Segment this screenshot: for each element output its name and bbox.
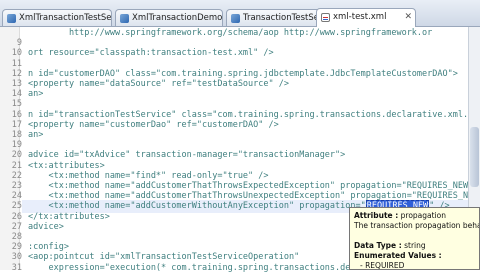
tab-label: xml-test.xml — [333, 12, 387, 22]
tab-label: XmlTransactionDemo.j — [132, 13, 223, 23]
java-file-icon — [120, 14, 129, 23]
tab-xml-test-xml[interactable]: xml-test.xml ✕ — [316, 8, 416, 27]
tooltip-attribute-value: propagation — [400, 211, 446, 220]
tooltip-datatype-label: Data Type : — [354, 241, 402, 250]
xml-file-icon — [321, 13, 330, 22]
tooltip-enum-label: Enumerated Values : — [354, 251, 442, 260]
code-text: expression="execution(* com.training.spr… — [28, 262, 361, 273]
java-file-icon — [7, 14, 16, 23]
tab-xml-transaction-demo[interactable]: XmlTransactionDemo.j — [115, 9, 223, 26]
tooltip-enum-value: - REQUIRED — [360, 261, 405, 270]
close-icon[interactable]: ✕ — [404, 12, 412, 22]
tooltip-description: The transaction propagation behavior. — [354, 221, 480, 230]
tab-xml-transaction-test-se[interactable]: XmlTransactionTestSe — [2, 9, 112, 26]
tooltip-datatype-value: string — [404, 241, 426, 250]
java-file-icon — [231, 14, 240, 23]
line-number: 31 — [11, 262, 22, 273]
attribute-tooltip: Attribute : propagation The transaction … — [349, 207, 480, 270]
editor-tab-bar: XmlTransactionTestSe XmlTransactionDemo.… — [0, 0, 480, 27]
scrollbar-thumb[interactable] — [470, 127, 479, 187]
tab-label: XmlTransactionTestSe — [19, 13, 112, 23]
tooltip-attribute-label: Attribute : — [354, 211, 399, 220]
